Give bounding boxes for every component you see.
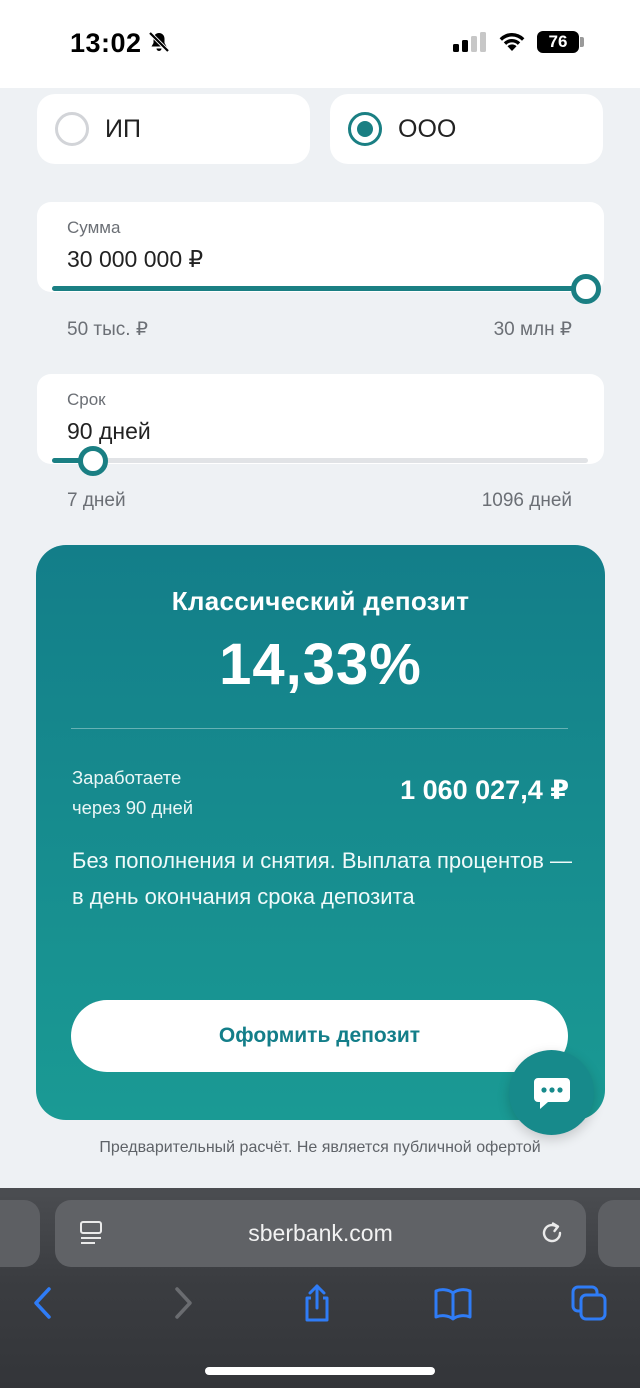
home-indicator [205, 1367, 435, 1375]
entity-label-ip: ИП [105, 114, 141, 143]
earn-amount: 1 060 027,4 ₽ [400, 775, 569, 805]
term-slider-track[interactable] [52, 458, 588, 463]
status-time: 13:02 [70, 28, 142, 58]
forward-icon[interactable] [162, 1283, 202, 1323]
deposit-rate: 14,33% [219, 632, 422, 697]
entity-option-ip[interactable]: ИП [37, 94, 310, 164]
term-field[interactable]: Срок 90 дней [37, 374, 604, 464]
url-text: sberbank.com [248, 1220, 393, 1246]
radio-ooo[interactable] [348, 112, 382, 146]
amount-slider-track[interactable] [52, 286, 588, 291]
term-caption: Срок [67, 390, 106, 409]
amount-max-label: 30 млн ₽ [493, 319, 572, 340]
page-bottom [0, 1172, 640, 1188]
amount-field[interactable]: Сумма 30 000 000 ₽ [37, 202, 604, 292]
bell-slash-icon [148, 31, 170, 53]
term-slider-knob[interactable] [77, 446, 108, 476]
amount-min-label: 50 тыс. ₽ [67, 319, 148, 340]
earn-label: Заработаете через 90 дней [72, 763, 272, 823]
amount-slider-fill [52, 286, 588, 291]
wifi-icon [499, 33, 525, 51]
cellular-signal-icon [453, 32, 486, 52]
bookmarks-icon[interactable] [433, 1283, 473, 1323]
amount-caption: Сумма [67, 218, 121, 237]
amount-value[interactable]: 30 000 000 ₽ [67, 246, 574, 273]
divider [71, 728, 568, 729]
deposit-result-card: Классический депозит 14,33% Заработаете … [36, 545, 605, 1120]
chat-button[interactable] [509, 1050, 594, 1135]
entity-option-ooo[interactable]: ООО [330, 94, 603, 164]
previous-tab-preview[interactable] [0, 1200, 40, 1267]
entity-label-ooo: ООО [398, 114, 457, 143]
battery-nub [580, 37, 584, 47]
share-icon[interactable] [297, 1283, 337, 1323]
term-max-label: 1096 дней [481, 490, 572, 511]
deposit-title: Классический депозит [171, 586, 470, 616]
radio-ip[interactable] [55, 112, 89, 146]
tabs-icon[interactable] [569, 1283, 609, 1323]
deposit-description: Без пополнения и снятия. Выплата процент… [72, 848, 573, 909]
term-value[interactable]: 90 дней [67, 418, 574, 445]
earn-label-line1: Заработаете [72, 767, 182, 788]
battery-indicator: 76 [537, 31, 579, 53]
back-icon[interactable] [24, 1283, 64, 1323]
amount-slider-knob[interactable] [571, 274, 601, 304]
earn-label-line2: через 90 дней [72, 797, 194, 818]
disclaimer: Предварительный расчёт. Не является публ… [99, 1139, 541, 1156]
open-deposit-button[interactable]: Оформить депозит [71, 1000, 568, 1072]
status-bar: 13:02 76 [0, 0, 640, 88]
chat-icon [533, 1077, 570, 1109]
term-min-label: 7 дней [67, 490, 126, 511]
reload-icon[interactable] [538, 1219, 566, 1247]
address-bar[interactable]: sberbank.com [55, 1200, 586, 1267]
next-tab-preview[interactable] [598, 1200, 640, 1267]
